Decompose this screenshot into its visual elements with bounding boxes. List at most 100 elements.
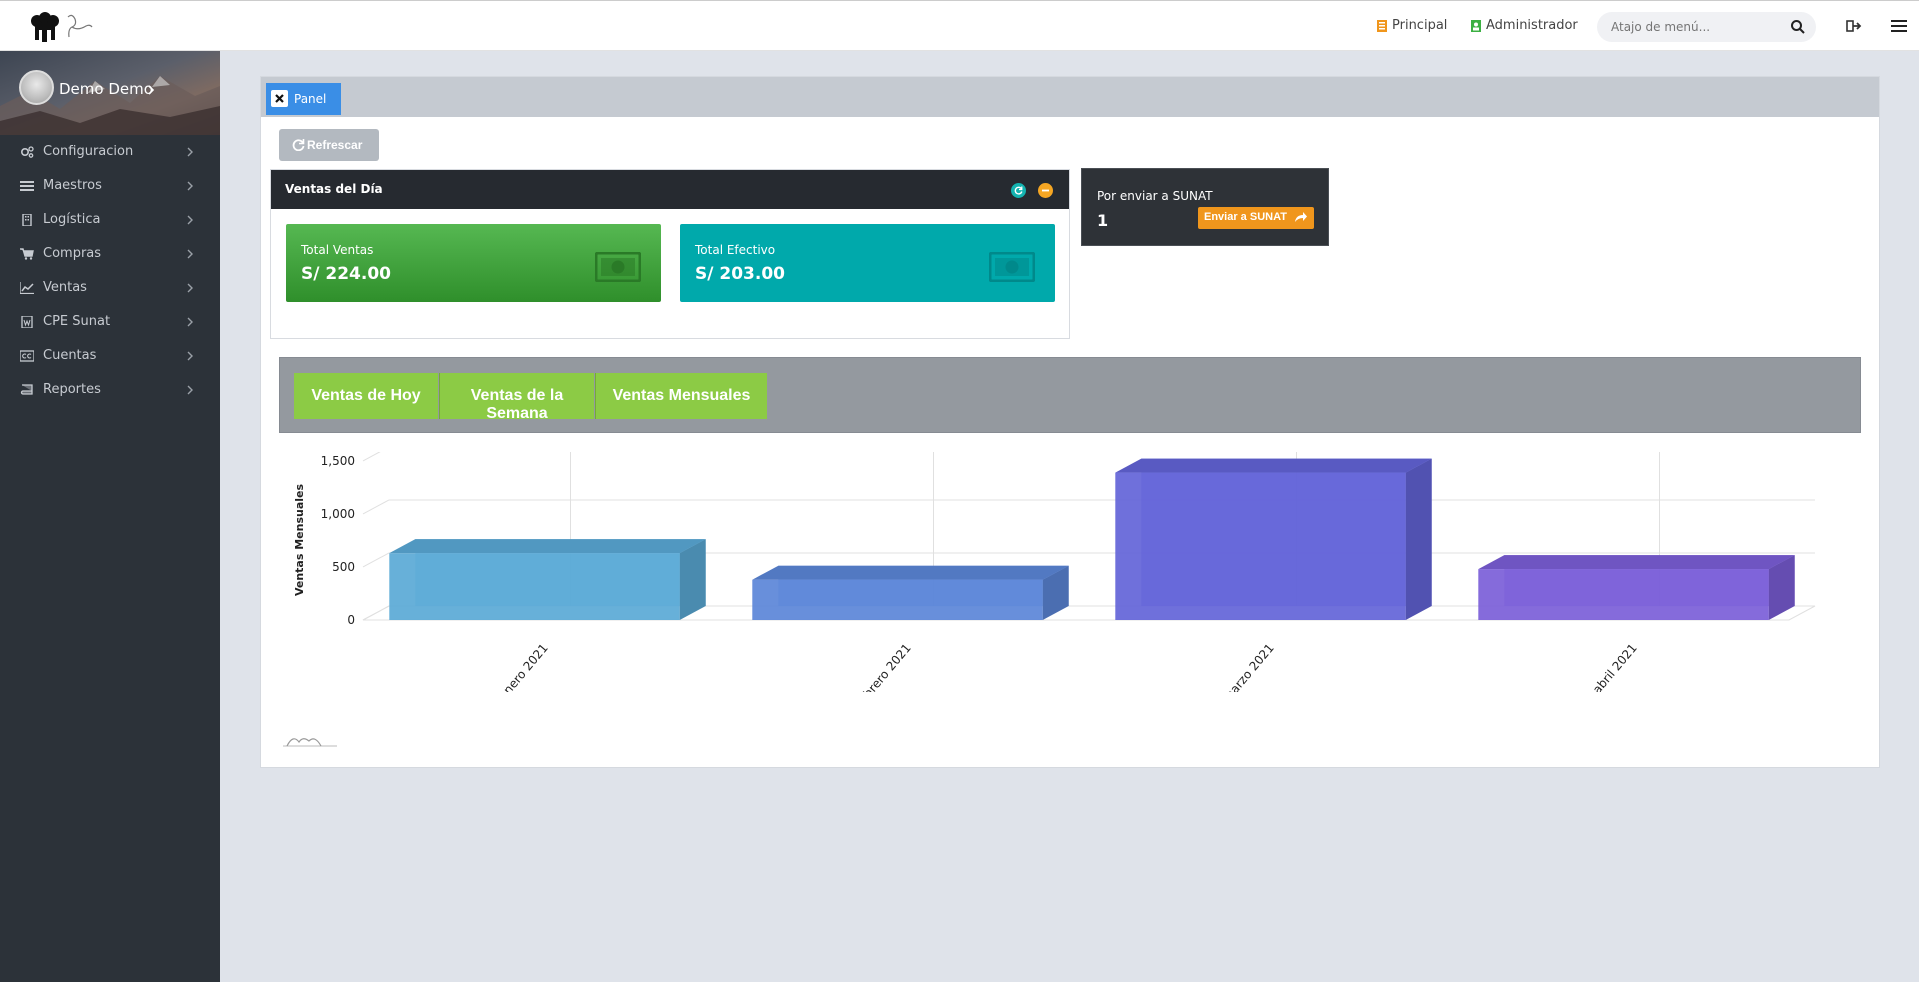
chevron-right-icon: [187, 351, 193, 361]
sidebar-item-label: Configuracion: [43, 144, 134, 159]
top-bar: Principal Administrador: [0, 0, 1919, 51]
refresh-button[interactable]: Refrescar: [279, 129, 379, 161]
tab-ventas-mensuales[interactable]: Ventas Mensuales: [595, 373, 767, 419]
sidebar-item-ventas[interactable]: Ventas: [0, 271, 220, 305]
refresh-icon: [292, 139, 305, 151]
sidebar-item-reportes[interactable]: Reportes: [0, 373, 220, 407]
main-panel: Panel Refrescar Ventas del Día Total Ven…: [260, 76, 1880, 768]
bar-side: [679, 539, 706, 620]
tab-ventas-hoy[interactable]: Ventas de Hoy: [294, 373, 438, 419]
chevron-right-icon: [187, 249, 193, 259]
y-tick-label: 500: [332, 560, 355, 574]
nav-admin-label: Administrador: [1486, 18, 1578, 33]
menu-search: [1597, 12, 1816, 42]
day-sales-header: Ventas del Día: [271, 170, 1069, 209]
sidebar: Demo Demo Configuracion Maestros Logísti…: [0, 51, 220, 982]
total-sales-card: Total Ventas S/ 224.00: [286, 224, 661, 302]
grid-line-depth: [362, 552, 390, 568]
reload-icon: [1014, 186, 1023, 195]
refresh-label: Refrescar: [307, 138, 363, 152]
chevron-right-icon: [187, 283, 193, 293]
cart-icon: [20, 248, 34, 260]
reload-box-button[interactable]: [1011, 183, 1026, 198]
sidebar-item-label: CPE Sunat: [43, 314, 111, 329]
bar: [752, 579, 1043, 620]
building-icon: [22, 214, 32, 226]
day-sales-title: Ventas del Día: [285, 182, 383, 196]
sidebar-item-label: Maestros: [43, 178, 102, 193]
list-icon: [20, 181, 34, 191]
total-cash-card: Total Efectivo S/ 203.00: [680, 224, 1055, 302]
money-icon: [595, 252, 641, 282]
bar-top: [1115, 458, 1432, 473]
avatar[interactable]: [19, 70, 54, 105]
admin-icon: [1471, 19, 1481, 32]
nav-principal[interactable]: Principal: [1376, 18, 1447, 33]
day-sales-box: Ventas del Día Total Ventas S/ 224.00 To…: [270, 169, 1070, 339]
line-chart-icon: [20, 282, 34, 294]
sidebar-menu: Configuracion Maestros Logística Compras…: [0, 135, 220, 407]
sidebar-item-cuentas[interactable]: Cuentas: [0, 339, 220, 373]
gears-icon: [20, 146, 34, 158]
search-input[interactable]: [1611, 18, 1781, 36]
sidebar-item-configuracion[interactable]: Configuracion: [0, 135, 220, 169]
sunat-pending-card: Por enviar a SUNAT 1 Enviar a SUNAT: [1081, 168, 1329, 246]
x-tick-label: febrero 2021: [853, 641, 914, 692]
total-sales-label: Total Ventas: [301, 243, 374, 257]
sidebar-item-maestros[interactable]: Maestros: [0, 169, 220, 203]
sidebar-item-label: Ventas: [43, 280, 87, 295]
y-tick-label: 0: [347, 613, 355, 627]
grid-line-depth: [362, 605, 390, 621]
x-tick-label: abril 2021: [1590, 641, 1640, 692]
bar-side: [1405, 458, 1432, 620]
logo-chef-icon[interactable]: [28, 11, 108, 43]
chevron-right-icon: [187, 147, 193, 157]
sidebar-item-cpe-sunat[interactable]: CPE Sunat: [0, 305, 220, 339]
tab-label: Ventas de la Semana: [470, 387, 564, 422]
document-icon: [21, 316, 33, 328]
send-sunat-button[interactable]: Enviar a SUNAT: [1198, 207, 1314, 229]
total-sales-value: S/ 224.00: [301, 264, 391, 284]
close-icon: [275, 94, 284, 103]
send-sunat-label: Enviar a SUNAT: [1204, 211, 1287, 223]
bar-top: [389, 539, 706, 554]
sidebar-item-label: Logística: [43, 212, 101, 227]
sidebar-item-logistica[interactable]: Logística: [0, 203, 220, 237]
sidebar-item-label: Reportes: [43, 382, 101, 397]
bar-top: [1478, 555, 1795, 570]
logout-icon[interactable]: [1845, 17, 1863, 35]
chevron-right-icon: [148, 85, 155, 95]
tab-label: Ventas Mensuales: [612, 387, 751, 404]
collapse-box-button[interactable]: [1038, 183, 1053, 198]
y-tick-label: 1,000: [321, 507, 355, 521]
monthly-sales-chart: 0 500 1,000 1,500 Ventas Mensuales enero 2021…: [293, 452, 1816, 692]
book-icon: [20, 384, 33, 395]
chevron-right-icon: [187, 385, 193, 395]
principal-icon: [1377, 19, 1387, 32]
grid-line-depth: [362, 499, 390, 515]
close-tab-button[interactable]: [271, 90, 288, 107]
chevron-right-icon: [187, 215, 193, 225]
y-axis-label: Ventas Mensuales: [293, 484, 306, 597]
tab-ventas-semana[interactable]: Ventas de la Semana: [439, 373, 594, 422]
user-name: Demo Demo: [59, 80, 153, 98]
user-panel[interactable]: Demo Demo: [0, 51, 220, 135]
hamburger-icon[interactable]: [1890, 17, 1908, 35]
tab-panel[interactable]: Panel: [266, 83, 341, 115]
sunat-pending-count: 1: [1097, 211, 1109, 230]
sidebar-item-compras[interactable]: Compras: [0, 237, 220, 271]
minus-icon: [1042, 189, 1049, 192]
money-icon: [989, 252, 1035, 282]
total-cash-label: Total Efectivo: [695, 243, 776, 257]
bar: [389, 553, 680, 620]
nav-administrador[interactable]: Administrador: [1470, 18, 1578, 33]
cc-icon: [20, 350, 34, 362]
x-tick-label: enero 2021: [496, 641, 551, 692]
search-icon[interactable]: [1790, 19, 1806, 35]
chevron-right-icon: [187, 181, 193, 191]
tab-bar: Panel: [261, 77, 1879, 117]
bar-top: [752, 565, 1069, 580]
chevron-right-icon: [187, 317, 193, 327]
tab-label: Ventas de Hoy: [311, 387, 421, 404]
grid-line-depth: [362, 452, 381, 462]
